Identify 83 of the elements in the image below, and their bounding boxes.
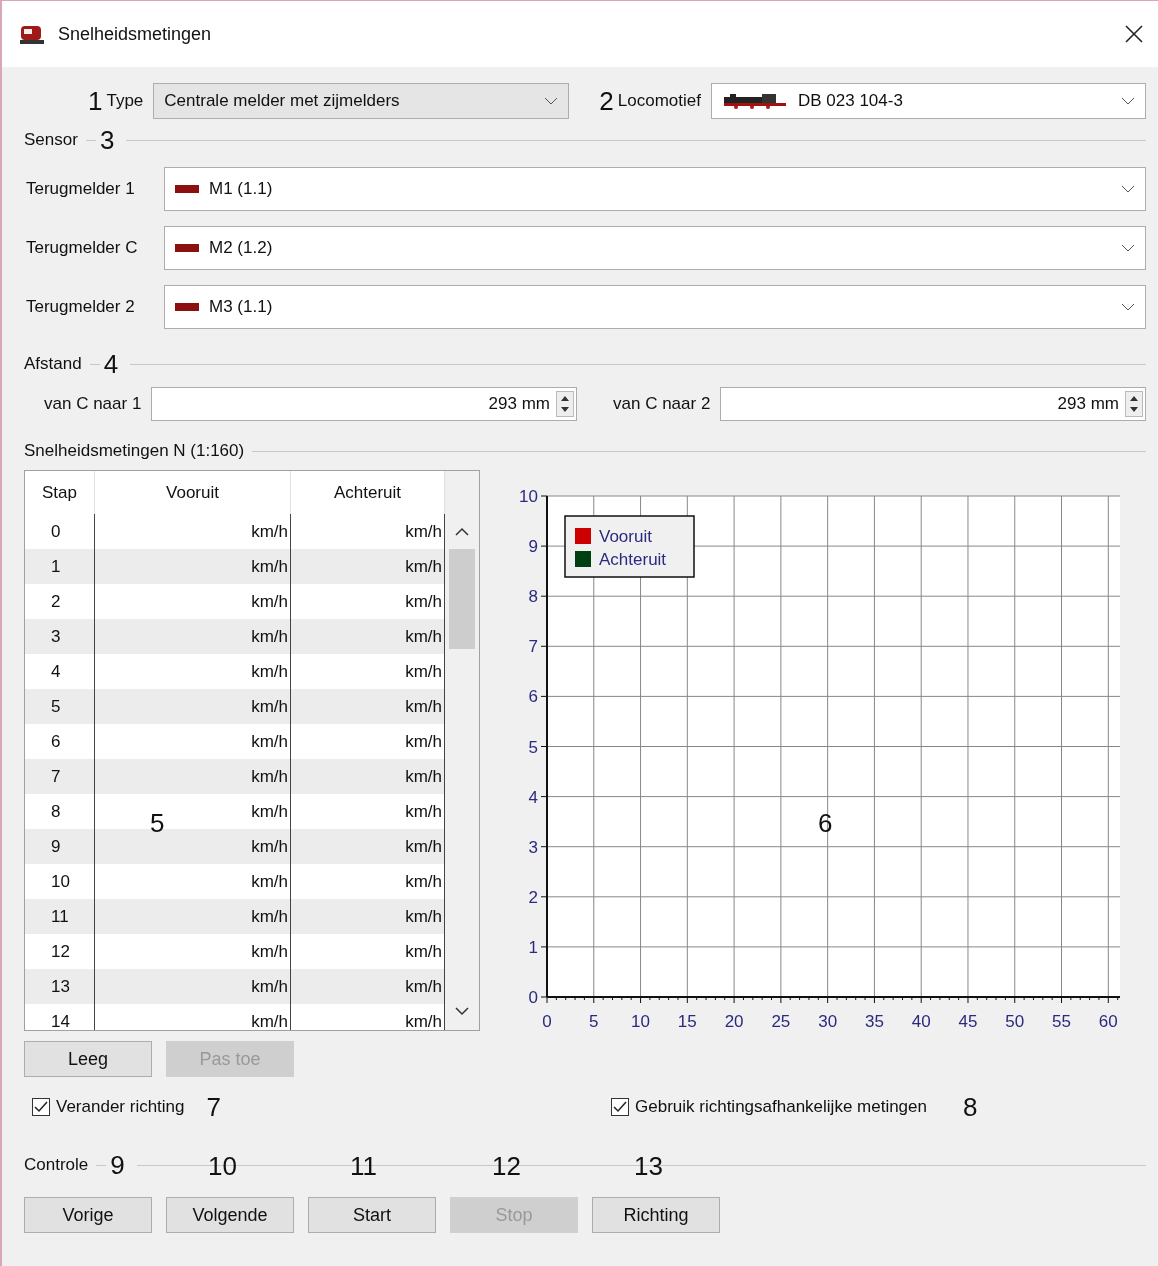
spinner-icon[interactable]: [1125, 391, 1143, 417]
callout-number: 1: [88, 88, 103, 114]
scroll-down-icon[interactable]: [455, 1006, 469, 1016]
type-label: Type: [106, 91, 144, 111]
callout-number: 8: [963, 1094, 978, 1120]
x-tick-label: 60: [1098, 1012, 1118, 1031]
distance-spin-field[interactable]: 293 mm: [151, 387, 577, 421]
section-title: Snelheidsmetingen N (1:160): [24, 441, 245, 461]
y-tick-label: 4: [528, 787, 538, 807]
y-tick-label: 1: [528, 937, 538, 957]
callout-number: 12: [492, 1151, 521, 1182]
table-cell: km/h: [95, 1004, 291, 1030]
sensor-dropdown[interactable]: M1 (1.1): [164, 166, 1146, 211]
type-dropdown[interactable]: Centrale melder met zijmelders: [153, 83, 570, 119]
sensor-icon: [175, 302, 199, 311]
section-title: Sensor: [24, 130, 78, 150]
x-tick-label: 15: [677, 1012, 697, 1031]
sensor-dropdown[interactable]: M2 (1.2): [164, 225, 1146, 270]
x-tick-label: 40: [911, 1012, 931, 1031]
checkbox-label: Verander richting: [56, 1097, 185, 1117]
y-tick-label: 9: [528, 537, 538, 557]
chevron-down-icon: [1121, 243, 1135, 252]
distance-spin-field[interactable]: 293 mm: [720, 387, 1146, 421]
scroll-up-icon[interactable]: [455, 527, 469, 537]
locomotive-dropdown[interactable]: DB 023 104-3: [710, 83, 1146, 119]
x-tick-label: 50: [1005, 1012, 1025, 1031]
control-button[interactable]: Start: [308, 1197, 436, 1233]
locomotive-icon: [20, 23, 44, 45]
y-tick-label: 2: [528, 887, 538, 907]
x-tick-label: 30: [818, 1012, 838, 1031]
callout-number: 4: [103, 351, 119, 377]
chevron-down-icon: [1121, 302, 1135, 311]
callout-number: 3: [99, 127, 115, 153]
sensor-icon: [175, 184, 199, 193]
chevron-down-icon: [1121, 184, 1135, 193]
x-tick-label: 35: [864, 1012, 884, 1031]
legend-label: Vooruit: [599, 527, 652, 546]
y-tick-label: 0: [528, 988, 538, 1007]
callout-number: 11: [350, 1151, 377, 1182]
control-button[interactable]: Vorige: [24, 1197, 152, 1233]
y-tick-label: 6: [528, 687, 538, 707]
checkbox[interactable]: [32, 1098, 50, 1116]
sensor-label: Terugmelder 1: [26, 178, 136, 199]
y-tick-label: 10: [519, 487, 538, 506]
checkbox-label: Gebruik richtingsafhankelijke metingen: [635, 1097, 927, 1117]
x-tick-label: 25: [771, 1012, 791, 1031]
y-tick-label: 7: [528, 637, 538, 657]
control-button[interactable]: Volgende: [166, 1197, 294, 1233]
section-title: Afstand: [24, 354, 82, 374]
x-tick-label: 0: [542, 1012, 552, 1031]
spinner-icon[interactable]: [556, 391, 574, 417]
callout-number: 10: [208, 1151, 237, 1182]
locomotive-label: Locomotief: [617, 91, 701, 111]
callout-number: 6: [818, 808, 833, 839]
locomotive-icon: [721, 93, 788, 109]
callout-number: 7: [206, 1094, 221, 1120]
section-title: Controle: [24, 1155, 89, 1175]
window-title: Snelheidsmetingen: [58, 23, 213, 45]
sensor-label: Terugmelder C: [26, 237, 139, 258]
x-tick-label: 45: [958, 1012, 978, 1031]
checkbox[interactable]: [611, 1098, 629, 1116]
distance-label: van C naar 2: [613, 394, 711, 414]
sensor-icon: [175, 243, 199, 252]
sensor-label: Terugmelder 2: [26, 296, 136, 317]
callout-number: 2: [599, 88, 614, 114]
x-tick-label: 20: [724, 1012, 744, 1031]
chevron-down-icon: [544, 97, 559, 105]
callout-number: 13: [634, 1151, 663, 1182]
x-tick-label: 5: [589, 1012, 599, 1031]
distance-label: van C naar 1: [44, 394, 142, 414]
callout-number: 9: [110, 1152, 125, 1178]
x-tick-label: 55: [1052, 1012, 1071, 1031]
legend-label: Achteruit: [599, 550, 667, 569]
sensor-dropdown[interactable]: M3 (1.1): [164, 284, 1146, 329]
y-tick-label: 5: [528, 737, 538, 757]
control-button[interactable]: Richting: [592, 1197, 720, 1233]
y-tick-label: 8: [528, 587, 538, 607]
x-tick-label: 10: [631, 1012, 650, 1031]
table-cell: 14: [25, 1004, 95, 1030]
chevron-down-icon: [1121, 97, 1135, 105]
scrollbar-thumb[interactable]: [449, 549, 475, 649]
y-tick-label: 3: [528, 837, 538, 857]
table-action-button[interactable]: Leeg: [24, 1041, 152, 1077]
